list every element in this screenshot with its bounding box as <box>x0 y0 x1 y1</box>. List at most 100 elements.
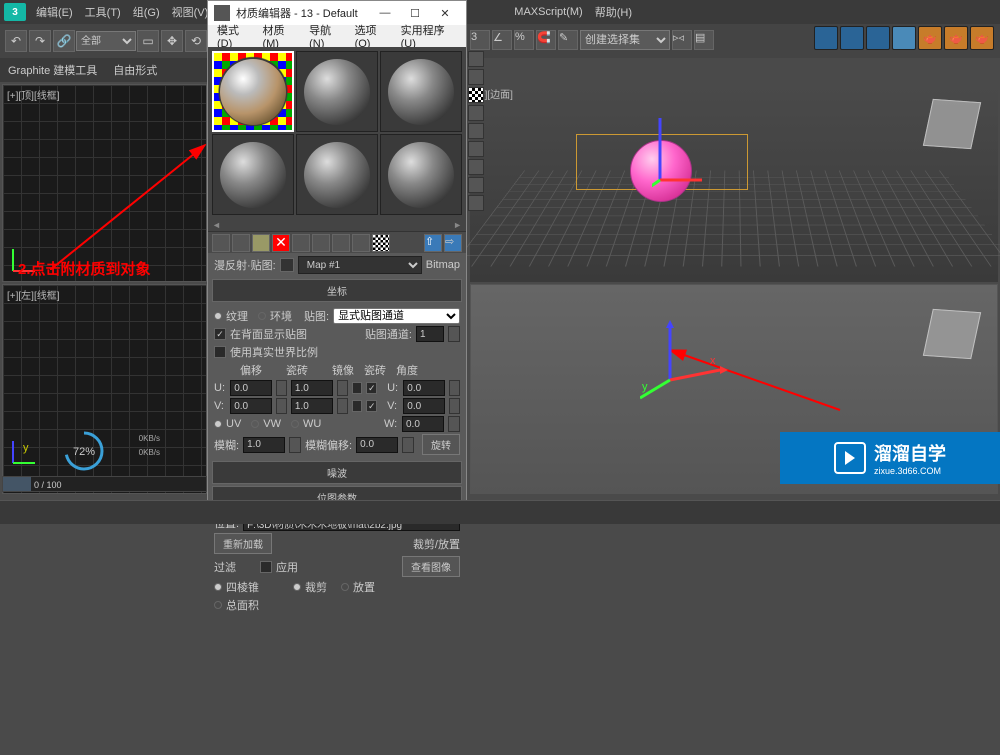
mtl-map-nav-icon[interactable] <box>468 195 484 211</box>
u-tile-check[interactable] <box>366 382 377 394</box>
put-to-lib-icon[interactable] <box>332 234 350 252</box>
material-slot-4[interactable] <box>212 134 294 215</box>
snap3d-icon[interactable]: 3 <box>470 30 490 50</box>
u-mirror-check[interactable] <box>352 382 363 394</box>
radio-uv[interactable] <box>214 420 222 428</box>
map-name-dropdown[interactable]: Map #1 <box>298 256 422 274</box>
dlg-min-icon[interactable]: — <box>370 7 400 19</box>
v-offset-input[interactable] <box>230 398 272 414</box>
scroll-right-icon[interactable]: ► <box>453 220 462 230</box>
map-type-label[interactable]: Bitmap <box>426 259 460 271</box>
dlg-menu-nav[interactable]: 导航(N) <box>304 22 349 50</box>
v-mirror-check[interactable] <box>352 400 363 412</box>
video-check-icon[interactable] <box>468 123 484 139</box>
radio-vw[interactable] <box>251 420 259 428</box>
undo-icon[interactable]: ↶ <box>5 30 27 52</box>
schematic-icon[interactable] <box>866 26 890 50</box>
dlg-close-icon[interactable]: ✕ <box>430 7 460 20</box>
options-icon[interactable] <box>468 159 484 175</box>
time-handle[interactable] <box>3 477 31 491</box>
move-icon[interactable]: ✥ <box>161 30 183 52</box>
mirror-icon[interactable]: ▹◃ <box>672 30 692 50</box>
section-coordinates[interactable]: 坐标 <box>212 279 462 302</box>
align-icon[interactable]: ▤ <box>694 30 714 50</box>
select-by-mat-icon[interactable] <box>468 177 484 193</box>
radio-environ[interactable] <box>258 312 266 320</box>
v-angle-input[interactable] <box>403 398 445 414</box>
go-parent-icon[interactable]: ⇧ <box>424 234 442 252</box>
magnet-icon[interactable]: 🧲 <box>536 30 556 50</box>
spinner-icon[interactable] <box>276 398 287 414</box>
matid-icon[interactable] <box>352 234 370 252</box>
dope-sheet-icon[interactable] <box>840 26 864 50</box>
dlg-max-icon[interactable]: ☐ <box>400 7 430 20</box>
make-unique-icon[interactable] <box>312 234 330 252</box>
vp-left-label[interactable]: [+][左][线框] <box>7 287 60 302</box>
material-slot-3[interactable] <box>380 51 462 132</box>
reset-map-icon[interactable]: ✕ <box>272 234 290 252</box>
rotate-icon[interactable]: ⟲ <box>185 30 207 52</box>
tab-freeform[interactable]: 自由形式 <box>105 62 165 78</box>
mapping-type-dropdown[interactable]: 显式贴图通道 <box>333 308 460 324</box>
menu-help[interactable]: 帮助(H) <box>589 4 638 20</box>
edit-named-icon[interactable]: ✎ <box>558 30 578 50</box>
dlg-menu-util[interactable]: 实用程序(U) <box>396 22 462 50</box>
menu-edit[interactable]: 编辑(E) <box>30 4 79 20</box>
render-setup-icon[interactable]: 🫖 <box>918 26 942 50</box>
dlg-menu-options[interactable]: 选项(O) <box>350 22 396 50</box>
spinner-icon[interactable] <box>276 380 287 396</box>
material-slot-5[interactable] <box>296 134 378 215</box>
make-preview-icon[interactable] <box>468 141 484 157</box>
radio-summed[interactable] <box>214 601 222 609</box>
reload-button[interactable]: 重新加载 <box>214 533 272 554</box>
move-gizmo-icon[interactable] <box>652 110 712 190</box>
filter-dropdown[interactable]: 全部 <box>76 31 136 51</box>
radio-texture[interactable] <box>214 312 222 320</box>
get-material-icon[interactable] <box>212 234 230 252</box>
spinner-icon[interactable] <box>449 398 460 414</box>
make-copy-icon[interactable] <box>292 234 310 252</box>
render-frame-icon[interactable]: 🫖 <box>944 26 968 50</box>
blur-input[interactable] <box>243 437 285 453</box>
snap-pct-icon[interactable]: % <box>514 30 534 50</box>
spinner-icon[interactable] <box>337 380 348 396</box>
select-icon[interactable]: ▭ <box>137 30 159 52</box>
show-on-back-check[interactable] <box>214 328 226 340</box>
real-world-check[interactable] <box>214 346 226 358</box>
v-tile-input[interactable] <box>291 398 333 414</box>
spinner-icon[interactable] <box>402 437 414 453</box>
sample-type-icon[interactable] <box>468 51 484 67</box>
pick-map-icon[interactable] <box>280 258 294 272</box>
spinner-icon[interactable] <box>448 326 460 342</box>
scroll-left-icon[interactable]: ◄ <box>212 220 221 230</box>
v-tile-check[interactable] <box>366 400 377 412</box>
material-editor-icon[interactable] <box>892 26 916 50</box>
apply-check[interactable] <box>260 561 272 573</box>
selection-set-dropdown[interactable]: 创建选择集 <box>580 30 670 50</box>
menu-group[interactable]: 组(G) <box>127 4 166 20</box>
spinner-icon[interactable] <box>448 416 460 432</box>
bluroff-input[interactable] <box>356 437 398 453</box>
viewcube-icon[interactable] <box>923 309 981 359</box>
time-slider[interactable] <box>2 476 207 492</box>
sample-uv-icon[interactable] <box>468 105 484 121</box>
link-icon[interactable]: 🔗 <box>53 30 75 52</box>
u-offset-input[interactable] <box>230 380 272 396</box>
material-slot-6[interactable] <box>380 134 462 215</box>
u-tile-input[interactable] <box>291 380 333 396</box>
view-image-button[interactable]: 查看图像 <box>402 556 460 577</box>
map-channel-input[interactable] <box>416 326 444 342</box>
render-icon[interactable]: 🫖 <box>970 26 994 50</box>
spinner-icon[interactable] <box>449 380 460 396</box>
move-gizmo-icon[interactable]: x y <box>640 320 730 410</box>
put-to-scene-icon[interactable] <box>232 234 250 252</box>
snap-angle-icon[interactable]: ∠ <box>492 30 512 50</box>
u-angle-input[interactable] <box>403 380 445 396</box>
radio-wu[interactable] <box>291 420 299 428</box>
viewport-top[interactable]: [+][顶][线框] <box>2 84 207 282</box>
app-logo-icon[interactable]: 3 <box>4 3 26 21</box>
menu-tools[interactable]: 工具(T) <box>79 4 127 20</box>
curve-editor-icon[interactable] <box>814 26 838 50</box>
tab-graphite[interactable]: Graphite 建模工具 <box>0 62 105 78</box>
assign-to-selection-icon[interactable] <box>252 234 270 252</box>
